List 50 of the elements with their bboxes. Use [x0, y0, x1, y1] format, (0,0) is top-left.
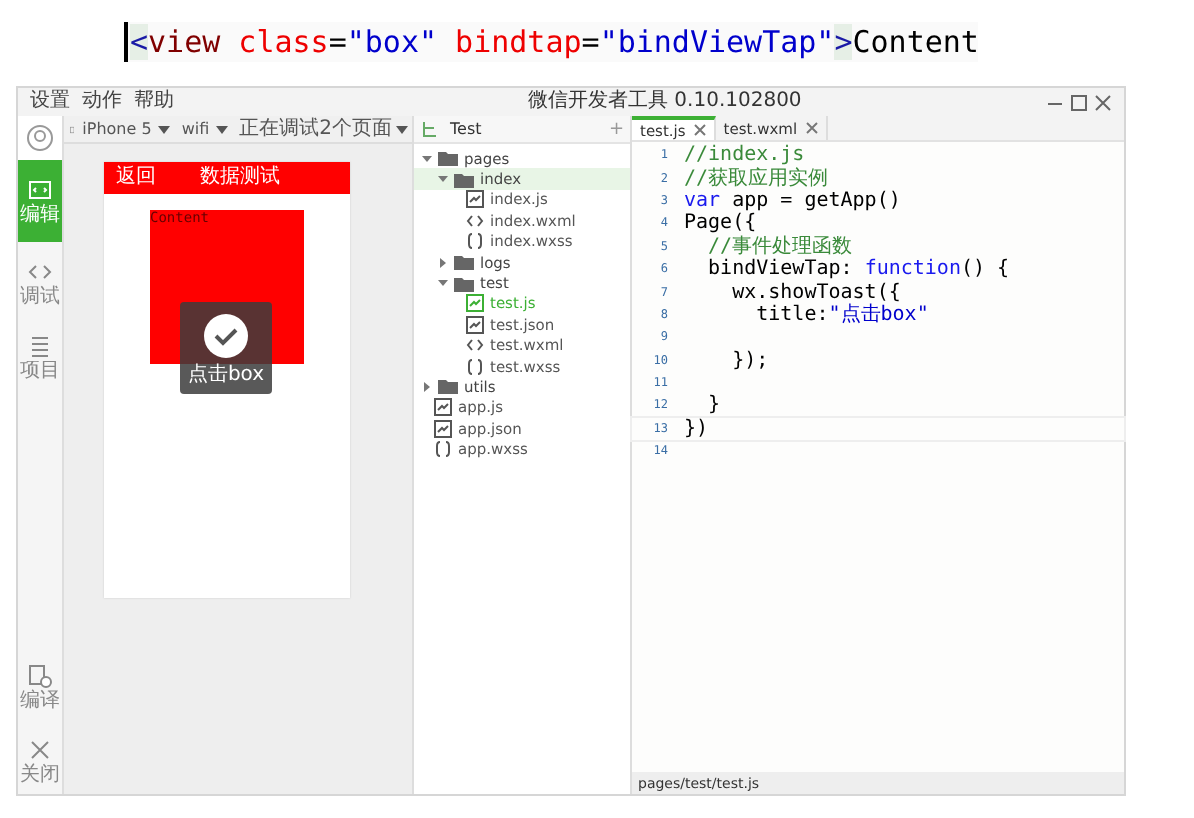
- network-dropdown[interactable]: wifi: [177, 117, 232, 141]
- code-line: //获取应用实例: [684, 167, 829, 190]
- tree-icon: [420, 120, 438, 138]
- caret-icon: [215, 125, 228, 133]
- caret-icon: [157, 125, 170, 133]
- menu-item[interactable]: 设置: [30, 90, 70, 114]
- code-line: title:"点击box": [754, 303, 929, 326]
- window-title: 微信开发者工具 0.10.102800: [528, 90, 802, 114]
- checkmark-icon: [202, 311, 250, 359]
- code-line: }: [706, 394, 721, 417]
- project-name: Test: [450, 120, 482, 138]
- close-icon[interactable]: [1094, 93, 1112, 111]
- close-icon[interactable]: [805, 122, 818, 134]
- file-icon: [466, 294, 484, 313]
- caret-right-icon: [422, 381, 432, 392]
- braces-icon: [466, 357, 484, 376]
- braces-icon: [466, 232, 484, 251]
- code-line: wx.showToast({: [730, 281, 901, 304]
- page-dropdown[interactable]: 正在调试2个页面: [235, 117, 412, 141]
- code-line: //index.js: [684, 144, 805, 167]
- code-line: var app = getApp(): [684, 189, 901, 212]
- menu-item[interactable]: 动作: [82, 90, 122, 114]
- caret-icon: [396, 125, 408, 133]
- file-icon: [466, 190, 484, 209]
- code-icon: [26, 176, 54, 204]
- code-line: }): [684, 417, 709, 440]
- angle-brackets-icon: [466, 336, 484, 355]
- code-line: //事件处理函数: [706, 235, 853, 258]
- back-button[interactable]: 返回: [104, 166, 156, 190]
- file-icon: [434, 398, 452, 417]
- braces-icon: [434, 440, 452, 459]
- toast-message: 点击box: [187, 363, 265, 385]
- list-icon: [26, 332, 54, 360]
- close-icon: [26, 736, 54, 764]
- code-line: Page({: [684, 212, 757, 235]
- caret-down-icon: [438, 278, 448, 289]
- file-icon: [434, 419, 452, 438]
- file-icon: [466, 315, 484, 334]
- code-snippet: <view class="box" bindtap="bindViewTap">Content: [124, 22, 979, 62]
- page-title: 数据测试: [200, 166, 280, 190]
- caret-right-icon: [438, 257, 448, 268]
- close-icon[interactable]: [693, 124, 706, 136]
- angle-brackets-icon: [466, 211, 484, 230]
- document-icon: [26, 662, 54, 690]
- maximize-icon[interactable]: [1070, 93, 1088, 111]
- device-dropdown[interactable]: iPhone 5: [78, 117, 174, 141]
- menu-item[interactable]: 帮助: [134, 90, 174, 114]
- folder-icon: [438, 378, 458, 395]
- code-line: });: [730, 349, 769, 372]
- code-line: bindViewTap: function() {: [706, 258, 1010, 281]
